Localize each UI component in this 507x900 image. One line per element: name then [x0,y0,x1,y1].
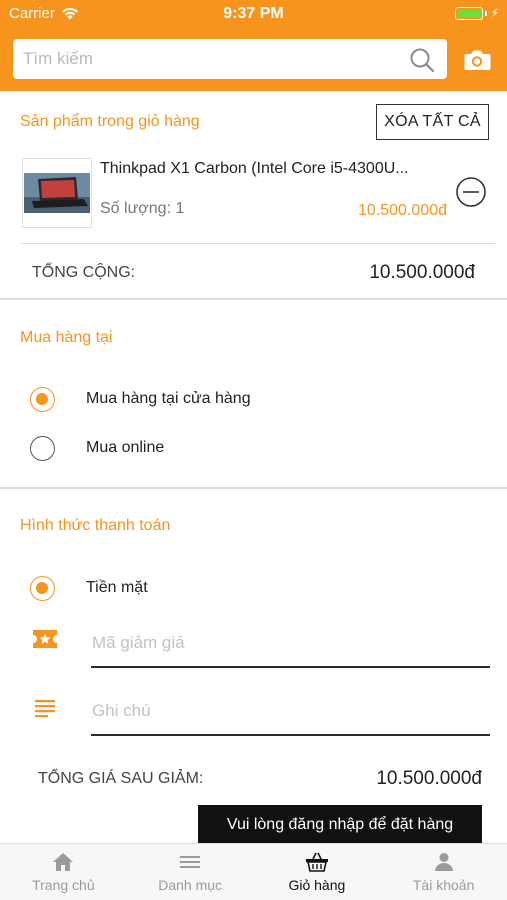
purchase-section-title: Mua hàng tại [20,329,113,346]
product-quantity: Số lượng: 1 [100,200,185,217]
home-icon [53,853,74,871]
user-icon [434,853,453,871]
status-time: 9:37 PM [223,5,284,22]
tab-home-label: Trang chủ [32,877,95,893]
radio-cash[interactable] [30,575,55,601]
tab-categories[interactable]: Danh mục [127,844,254,900]
tab-cart-label: Giỏ hàng [288,877,346,893]
tab-home[interactable]: Trang chủ [0,844,127,900]
remove-item-icon[interactable] [455,176,487,208]
tab-account[interactable]: Tài khoản [380,844,507,900]
basket-icon [305,852,328,872]
product-name[interactable]: Thinkpad X1 Carbon (Intel Core i5-4300U.… [100,160,450,178]
menu-icon [180,856,201,868]
status-bar: Carrier 9:37 PM ⚡ [0,0,507,28]
tab-bar: Trang chủ Danh mục Giỏ hàng Tài khoản [0,843,507,900]
purchase-option-store[interactable]: Mua hàng tại cửa hàng [30,385,251,413]
payment-option-cash[interactable]: Tiền mặt [30,574,148,602]
battery-indicator: ⚡ [454,6,499,20]
purchase-option-online[interactable]: Mua online [30,434,164,462]
tab-categories-label: Danh mục [158,877,223,893]
login-toast: Vui lòng đăng nhập để đặt hàng [198,805,482,844]
payment-option-cash-label: Tiền mặt [86,579,148,596]
final-total-label: TỔNG GIÁ SAU GIẢM: [38,770,204,787]
coupon-icon [33,630,57,648]
payment-section-title: Hình thức thanh toán [20,517,171,534]
cart-total-value: 10.500.000đ [369,262,475,283]
product-price: 10.500.000đ [358,202,447,219]
coupon-input[interactable] [91,628,490,668]
section-divider [0,298,507,300]
cart-total-label: TỔNG CỘNG: [32,264,136,281]
search-icon[interactable] [409,47,435,73]
purchase-option-online-label: Mua online [86,439,165,456]
radio-store[interactable] [30,386,55,412]
section-divider [0,487,507,489]
note-icon [35,700,55,718]
clear-all-button[interactable]: XÓA TẤT CẢ [376,104,489,140]
tab-cart[interactable]: Giỏ hàng [254,844,381,900]
radio-online[interactable] [30,435,55,461]
search-input[interactable] [23,47,403,71]
battery-icon [454,6,483,20]
charging-icon: ⚡ [490,6,499,20]
app-header: Carrier 9:37 PM ⚡ [0,0,507,91]
purchase-option-store-label: Mua hàng tại cửa hàng [86,390,251,407]
laptop-image [24,173,90,213]
cart-section-title: Sản phẩm trong giỏ hàng [20,113,200,130]
search-bar [13,39,447,79]
final-total-value: 10.500.000đ [376,768,482,789]
product-image[interactable] [22,158,92,228]
note-input[interactable] [91,696,490,736]
cart-divider [20,243,495,244]
tab-account-label: Tài khoản [412,877,475,893]
camera-icon[interactable] [462,46,492,74]
